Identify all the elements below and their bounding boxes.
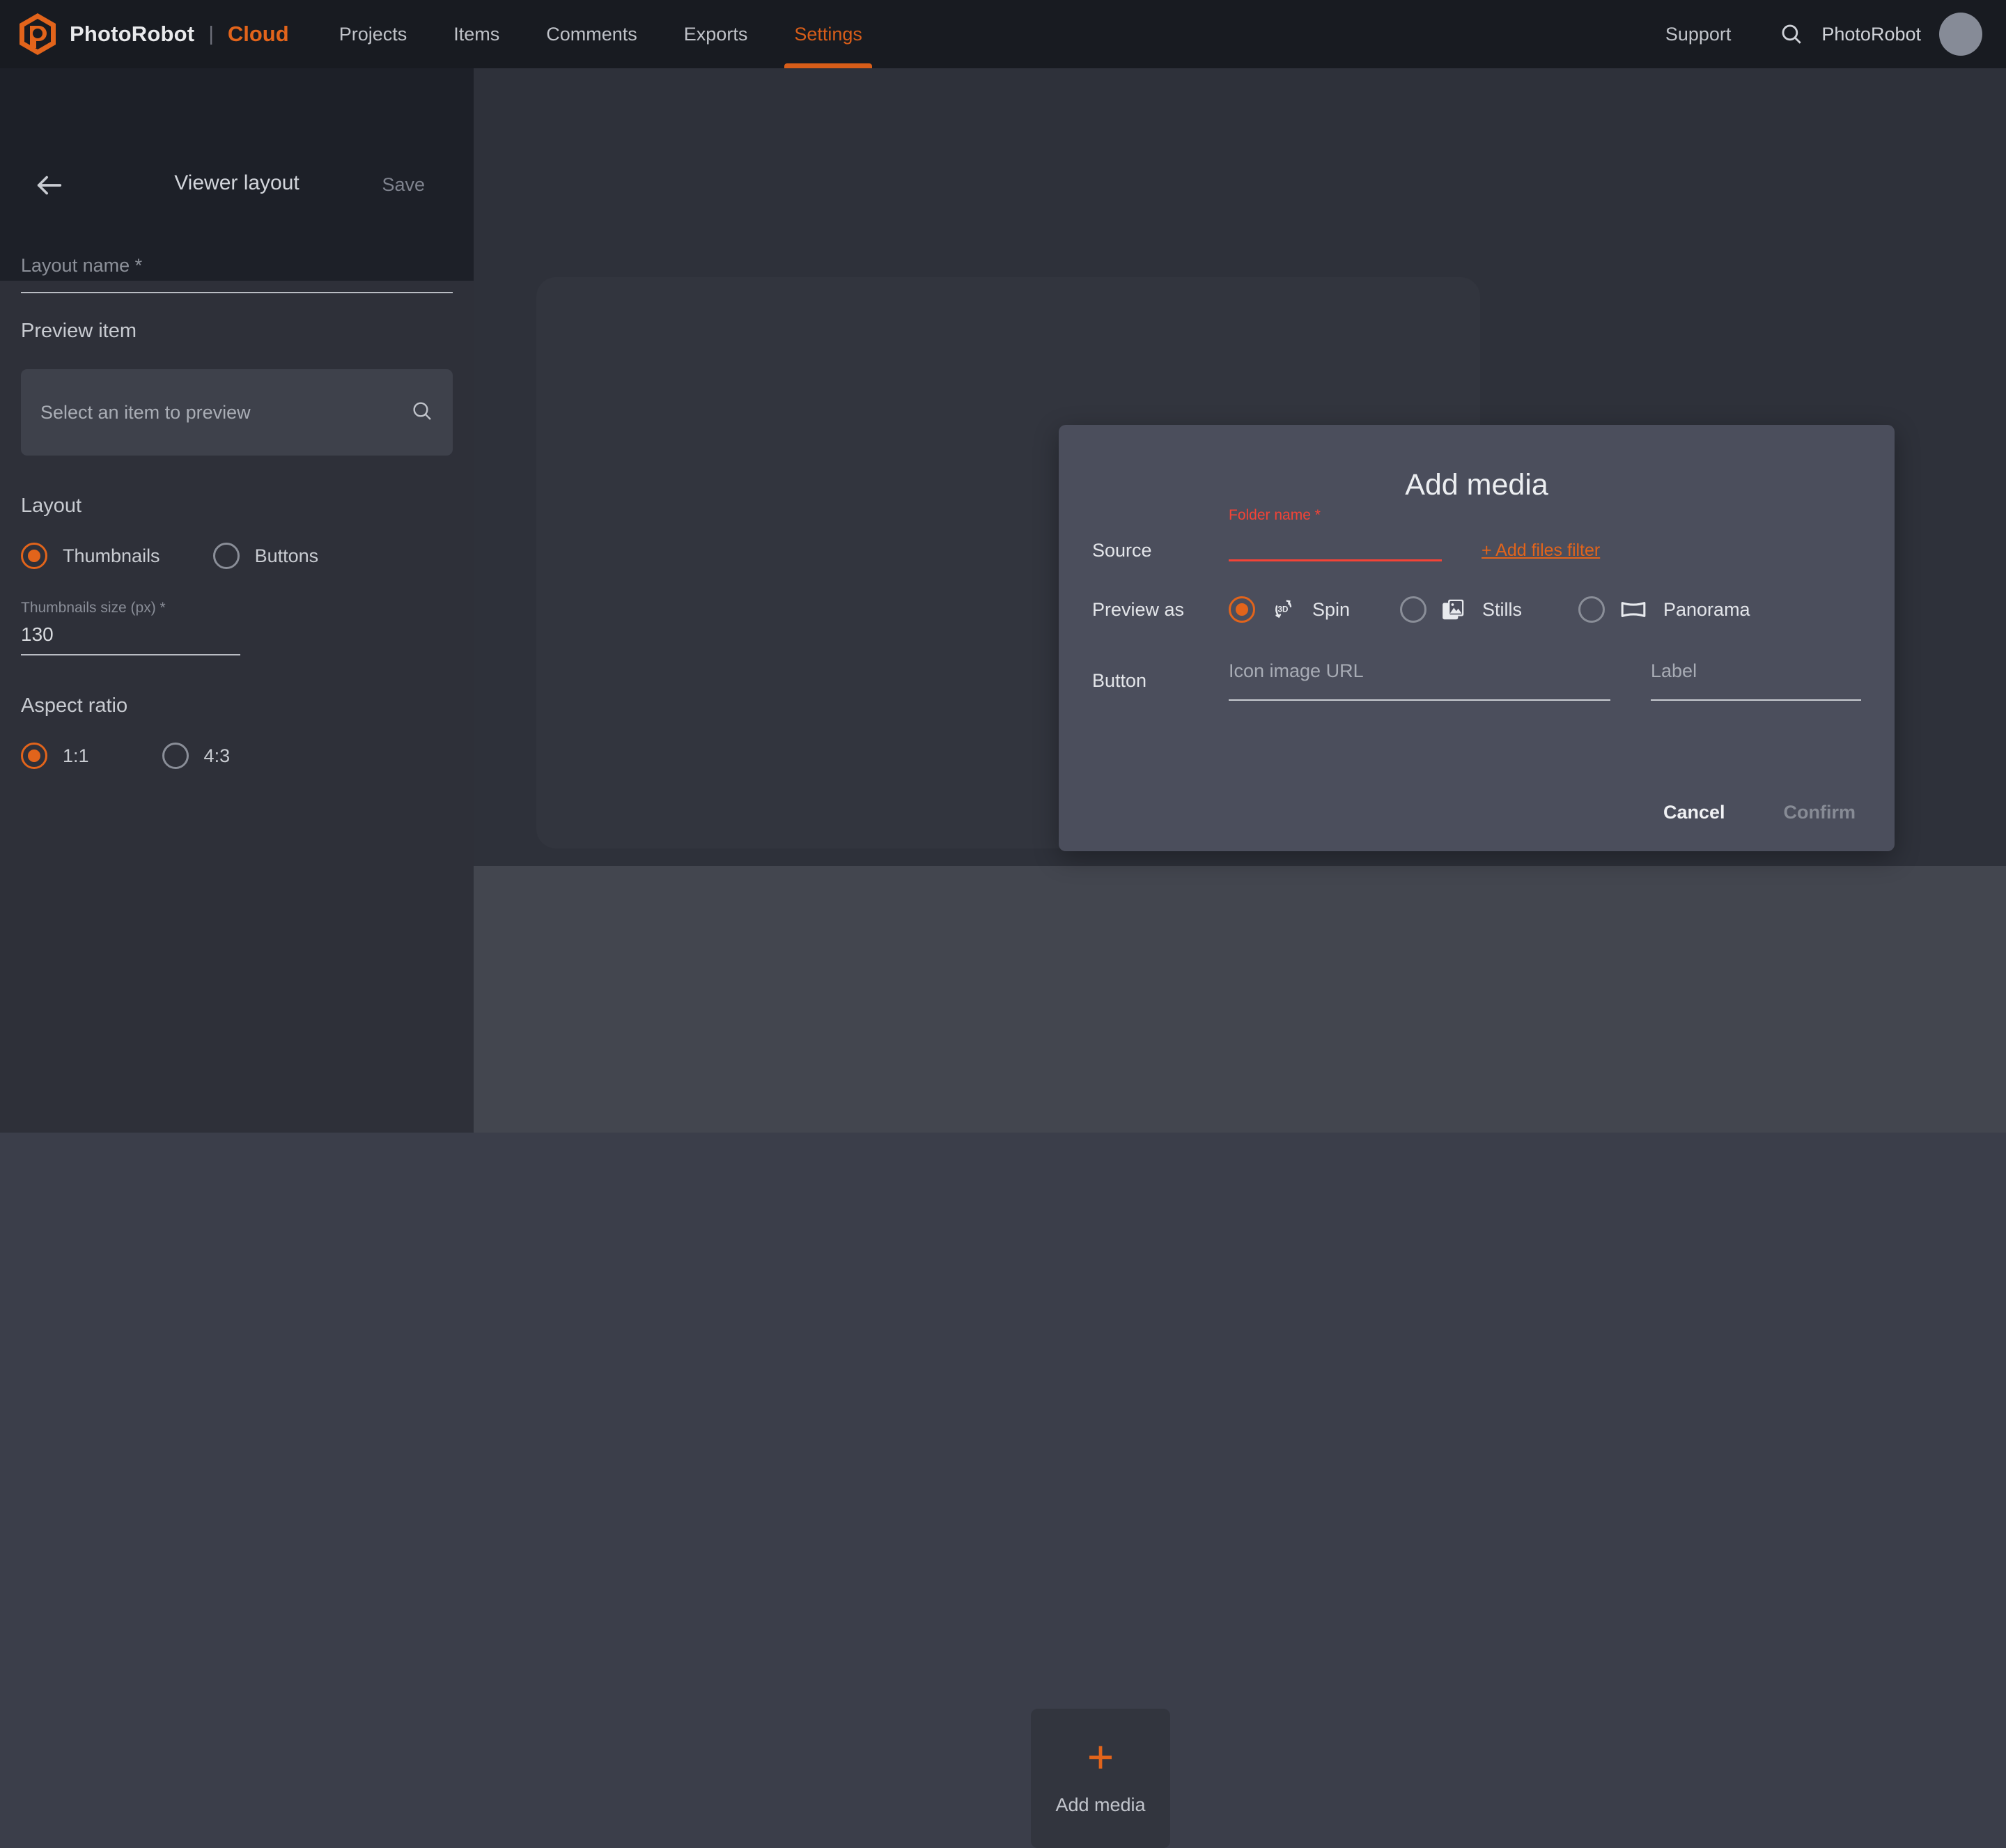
radio-icon[interactable] xyxy=(213,543,240,569)
button-label-underline xyxy=(1651,699,1861,701)
thumbnails-size-label: Thumbnails size (px) * xyxy=(21,600,453,616)
sidebar-body: Preview item Select an item to preview L… xyxy=(0,281,474,769)
aspect-ratio-option-4-3[interactable]: 4:3 xyxy=(162,743,231,769)
brand-block[interactable]: PhotoRobot | Cloud xyxy=(0,0,289,68)
aspect-ratio-heading: Aspect ratio xyxy=(21,655,453,717)
preview-as-row: Preview as 3D Spin xyxy=(1092,595,1895,624)
radio-icon-selected[interactable] xyxy=(21,543,47,569)
layout-radio-group: Thumbnails Buttons xyxy=(21,543,453,569)
button-label-field[interactable]: Label xyxy=(1651,660,1861,701)
folder-name-underline-error xyxy=(1229,559,1442,561)
layout-name-field[interactable]: Layout name * xyxy=(21,255,453,293)
preview-as-label: Preview as xyxy=(1092,599,1229,621)
thumbnails-size-value: 130 xyxy=(21,623,240,646)
sidebar-header: Viewer layout Save Layout name * xyxy=(0,68,474,281)
plus-icon: + xyxy=(1087,1741,1114,1773)
icon-image-url-field[interactable]: Icon image URL xyxy=(1229,660,1610,701)
button-label: Button xyxy=(1092,670,1229,692)
brand-separator: | xyxy=(208,23,214,46)
nav-item-projects[interactable]: Projects xyxy=(339,0,407,68)
avatar[interactable] xyxy=(1939,13,1982,56)
add-media-tile-label: Add media xyxy=(1055,1794,1145,1816)
source-label: Source xyxy=(1092,540,1229,561)
product-name: Cloud xyxy=(228,22,289,47)
layout-heading: Layout xyxy=(21,456,453,518)
svg-text:3D: 3D xyxy=(1278,605,1289,614)
preview-as-option-stills-label: Stills xyxy=(1482,599,1522,621)
folder-name-error-label: Folder name * xyxy=(1229,507,1321,524)
layout-name-placeholder: Layout name * xyxy=(21,255,453,277)
top-navigation-bar: PhotoRobot | Cloud Projects Items Commen… xyxy=(0,0,2006,68)
viewer-preview-area: + Add media Add media Source Folder name… xyxy=(474,68,2006,1133)
source-row: Source Folder name * + Add files filter xyxy=(1092,540,1895,561)
stills-images-icon xyxy=(1440,596,1467,623)
nav-item-comments[interactable]: Comments xyxy=(546,0,637,68)
save-button[interactable]: Save xyxy=(382,174,425,196)
spin-3d-icon: 3D xyxy=(1269,596,1297,623)
panorama-icon xyxy=(1619,595,1648,624)
nav-right-group: Support PhotoRobot xyxy=(1665,0,2006,68)
thumbnails-size-field[interactable]: 130 xyxy=(21,623,240,655)
add-files-filter-link[interactable]: + Add files filter xyxy=(1482,541,1600,561)
search-icon[interactable] xyxy=(411,400,433,426)
brand-name: PhotoRobot xyxy=(70,22,194,47)
search-icon[interactable] xyxy=(1780,22,1803,46)
confirm-button[interactable]: Confirm xyxy=(1784,802,1856,823)
preview-as-option-stills[interactable]: Stills xyxy=(1400,596,1578,623)
radio-icon[interactable] xyxy=(162,743,189,769)
dialog-actions: Cancel Confirm xyxy=(1663,802,1856,823)
preview-as-option-panorama-label: Panorama xyxy=(1663,599,1750,621)
primary-nav: Projects Items Comments Exports Settings xyxy=(339,0,909,68)
aspect-ratio-radio-group: 1:1 4:3 xyxy=(21,743,453,769)
cancel-button[interactable]: Cancel xyxy=(1663,802,1725,823)
layout-option-thumbnails-label: Thumbnails xyxy=(63,545,160,567)
dialog-form: Source Folder name * + Add files filter … xyxy=(1059,540,1895,701)
button-row: Button Icon image URL Label xyxy=(1092,660,1895,701)
nav-item-settings[interactable]: Settings xyxy=(794,0,862,68)
preview-as-option-spin[interactable]: 3D Spin xyxy=(1229,596,1400,623)
preview-as-option-panorama[interactable]: Panorama xyxy=(1578,595,1750,624)
add-media-dialog: Add media Source Folder name * + Add fil… xyxy=(1059,425,1895,851)
layout-settings-sidebar: Viewer layout Save Layout name * Preview… xyxy=(0,68,474,1133)
radio-icon-selected[interactable] xyxy=(21,743,47,769)
layout-option-thumbnails[interactable]: Thumbnails xyxy=(21,543,160,569)
support-link[interactable]: Support xyxy=(1665,24,1732,45)
radio-icon[interactable] xyxy=(1400,596,1426,623)
layout-option-buttons[interactable]: Buttons xyxy=(213,543,319,569)
photorobot-hex-logo-icon xyxy=(18,13,57,56)
preview-as-option-spin-label: Spin xyxy=(1312,599,1350,621)
nav-item-exports[interactable]: Exports xyxy=(684,0,748,68)
nav-item-items[interactable]: Items xyxy=(453,0,499,68)
radio-icon-selected[interactable] xyxy=(1229,596,1255,623)
media-strip-area: + Add media xyxy=(474,866,2006,1133)
layout-name-underline xyxy=(21,292,453,293)
folder-name-field[interactable]: Folder name * xyxy=(1229,541,1442,561)
button-label-placeholder: Label xyxy=(1651,660,1697,681)
aspect-ratio-option-4-3-label: 4:3 xyxy=(204,745,231,767)
preview-item-placeholder: Select an item to preview xyxy=(40,402,251,424)
icon-image-url-placeholder: Icon image URL xyxy=(1229,660,1364,681)
aspect-ratio-option-1-1[interactable]: 1:1 xyxy=(21,743,89,769)
preview-item-selector[interactable]: Select an item to preview xyxy=(21,369,453,456)
account-name[interactable]: PhotoRobot xyxy=(1821,24,1921,45)
add-media-tile[interactable]: + Add media xyxy=(1031,1709,1170,1848)
aspect-ratio-option-1-1-label: 1:1 xyxy=(63,745,89,767)
layout-option-buttons-label: Buttons xyxy=(255,545,319,567)
icon-image-url-underline xyxy=(1229,699,1610,701)
radio-icon[interactable] xyxy=(1578,596,1605,623)
dialog-title: Add media xyxy=(1059,425,1895,502)
